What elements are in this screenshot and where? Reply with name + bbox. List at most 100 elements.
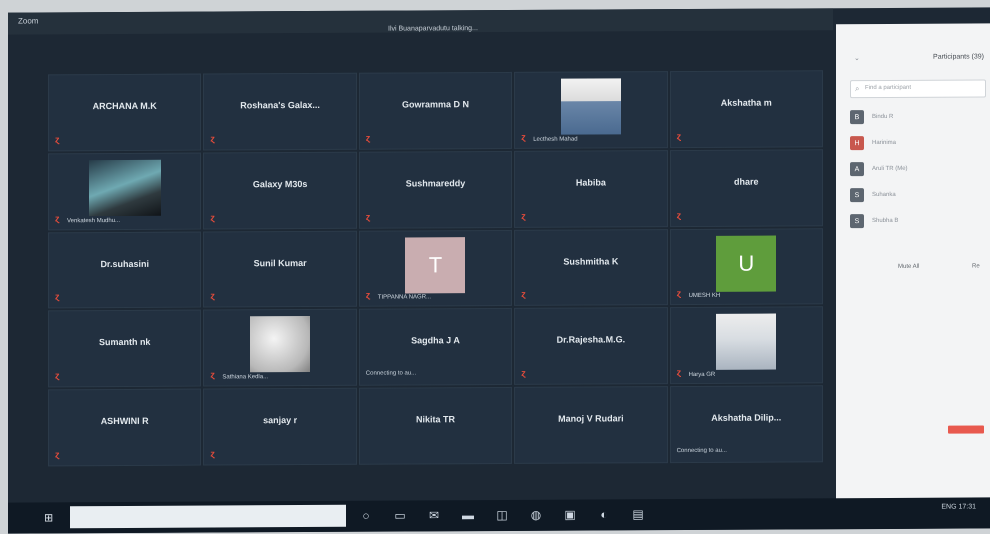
participant-tile[interactable]: Sunil Kumar ɀ [203,230,357,308]
participant-tile[interactable]: Manoj V Rudari [514,386,668,464]
active-speaker-label: Ilvi Buanaparvadutu talking... [388,25,478,33]
participant-caption: Sathiana Kedla... [222,374,269,381]
chrome-icon[interactable]: ◍ [528,507,544,523]
participant-tile[interactable]: Sushmitha K ɀ [514,228,668,307]
participant-list-item[interactable]: H Harinima [850,133,984,160]
muted-mic-icon: ɀ [521,131,526,142]
participant-tile[interactable]: Sathiana Kedla... ɀ [203,309,357,387]
participant-tile[interactable]: Galaxy M30s ɀ [203,151,357,230]
avatar: H [850,136,864,151]
participant-list-name: Bindu R [872,113,894,121]
participant-list-name: Harinima [872,139,897,147]
participant-list-item[interactable]: S Shubha B [850,211,984,238]
connecting-audio-label: Connecting to au... [365,370,417,377]
cortana-icon[interactable]: ○ [358,508,374,524]
muted-mic-icon: ɀ [210,448,215,459]
participant-list-item[interactable]: B Bindu R [850,107,984,134]
avatar: S [850,188,864,203]
collapse-panel-icon[interactable]: ⌄ [854,54,860,62]
participant-tile[interactable]: ARCHANA M.K ɀ [48,73,202,152]
participant-tile[interactable]: Sushmareddy ɀ [358,150,513,229]
muted-mic-icon: ɀ [521,289,526,300]
participant-name: Sumanth nk [98,337,151,348]
participant-tile[interactable]: Sagdha J A Connecting to au... [358,308,513,386]
participant-search-input[interactable]: ⌕ Find a participant [850,79,986,99]
participant-name: Nikita TR [415,414,455,425]
participant-tile[interactable]: Akshatha Dilip... Connecting to au... [669,385,823,464]
participant-name: Sushmitha K [563,255,619,267]
participant-video [89,159,161,216]
app-icon[interactable]: ▤ [630,506,646,522]
participant-list: B Bindu R H Harinima A Aruli TR (Me) S Suhanka S… [850,107,984,238]
desktop-screen: Zoom Ilvi Buanaparvadutu talking... ARCH… [8,7,990,534]
more-options-button[interactable]: Re [972,263,980,269]
participant-caption: Harya GR [688,372,716,379]
participant-tile[interactable]: Venkatesh Mudhu... ɀ [48,152,202,230]
zoom-icon[interactable]: ▣ [562,507,578,523]
mail-icon[interactable]: ✉ [426,507,442,523]
avatar: A [850,162,864,177]
participant-tile[interactable]: T TIPPANNA NAGR... ɀ [358,229,513,308]
participant-name: Dr.Rajesha.M.G. [556,334,626,346]
panel-actions: Mute All Re [850,263,990,280]
participant-list-item[interactable]: A Aruli TR (Me) [850,159,984,186]
windows-start-icon[interactable]: ⊞ [44,511,53,524]
participant-tile[interactable]: Harya GR ɀ [669,306,823,385]
participant-list-item[interactable]: S Suhanka [850,185,984,212]
participant-name: Dr.suhasini [100,258,149,269]
participant-tile[interactable]: Dr.suhasini ɀ [48,231,202,309]
participant-name: Manoj V Rudari [558,413,624,424]
connecting-audio-label: Connecting to au... [676,447,727,455]
participant-tile[interactable]: Lecthesh Mahad ɀ [514,71,668,149]
participant-name: dhare [734,176,759,187]
participant-tile[interactable]: ASHWINI R ɀ [48,388,202,467]
folder-icon[interactable]: ▬ [460,507,476,523]
participant-list-name: Shubha B [872,217,899,225]
participant-tile[interactable]: Dr.Rajesha.M.G. ɀ [514,307,668,386]
participant-name: Roshana's Galax... [240,99,320,111]
muted-mic-icon: ɀ [210,369,215,380]
muted-mic-icon: ɀ [676,130,682,141]
muted-mic-icon: ɀ [676,367,682,378]
muted-mic-icon: ɀ [365,132,371,143]
participant-name: Galaxy M30s [252,178,308,190]
participant-caption: Lecthesh Mahad [533,136,578,143]
participant-name: Akshatha m [720,97,772,108]
participant-name: Habiba [575,177,606,188]
participant-tile[interactable]: Sumanth nk ɀ [48,309,202,388]
muted-mic-icon: ɀ [210,133,215,144]
taskview-icon[interactable]: ▭ [392,507,408,523]
edge-icon[interactable]: ◐ [596,506,612,522]
participant-tile[interactable]: sanjay r ɀ [203,387,357,466]
avatar: S [850,214,864,229]
participant-tile[interactable]: Habiba ɀ [514,149,668,228]
participant-name: ARCHANA M.K [92,100,157,112]
muted-mic-icon: ɀ [521,210,526,221]
status-badge [948,425,984,434]
participant-tile[interactable]: Gowramma D N ɀ [358,71,513,150]
participant-tile[interactable]: U UMESH KH ɀ [669,227,823,306]
muted-mic-icon: ɀ [676,288,682,299]
participant-name: Akshatha Dilip... [711,412,782,424]
muted-mic-icon: ɀ [55,134,60,145]
mute-all-button[interactable]: Mute All [898,264,919,270]
participant-name: sanjay r [263,415,298,426]
participant-avatar: T [405,236,466,294]
taskbar-search-input[interactable] [70,504,346,529]
participant-name: Gowramma D N [401,99,469,110]
gallery-view-grid: ARCHANA M.K ɀ Roshana's Galax... ɀ Gowramma … [48,70,823,467]
participant-tile[interactable]: Nikita TR [358,387,513,465]
muted-mic-icon: ɀ [365,290,371,301]
participant-name: ASHWINI R [100,416,149,427]
participant-video [560,78,621,135]
participant-tile[interactable]: Akshatha m ɀ [669,70,823,148]
muted-mic-icon: ɀ [365,211,371,222]
participant-video [716,313,777,371]
participant-tile[interactable]: Roshana's Galax... ɀ [203,72,357,151]
muted-mic-icon: ɀ [521,368,526,379]
store-icon[interactable]: ◫ [494,507,510,523]
muted-mic-icon: ɀ [55,449,60,460]
search-placeholder: Find a participant [865,84,912,92]
participants-header: Participants (39) [933,53,984,61]
participant-tile[interactable]: dhare ɀ [669,149,823,227]
